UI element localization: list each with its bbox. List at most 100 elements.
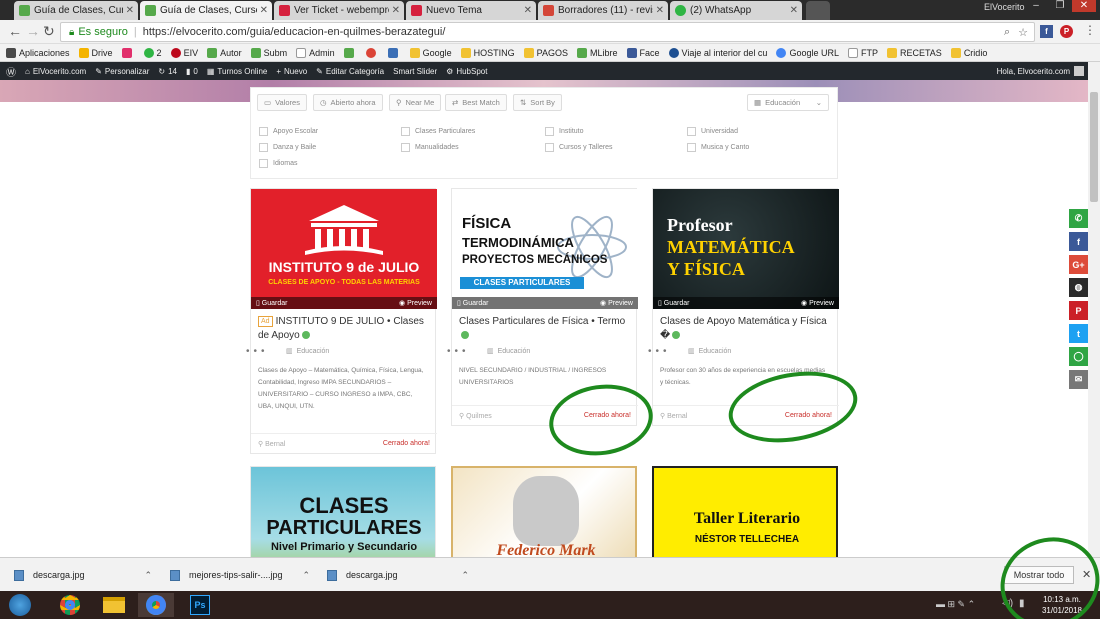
share-pinterest-button[interactable]: P <box>1069 301 1088 320</box>
bookmark-item[interactable]: Autor <box>207 47 242 58</box>
listing-card[interactable]: INSTITUTO 9 de JULIO CLASES DE APOYO - T… <box>246 188 437 454</box>
listing-card[interactable]: CLASES PARTICULARES Nivel Primario y Sec… <box>250 466 436 557</box>
category-checkbox[interactable]: Manualidades <box>401 143 459 152</box>
browser-tab[interactable]: Ver Ticket - webempresa ✕ <box>274 1 404 20</box>
bookmark-item[interactable]: MLibre <box>577 47 618 58</box>
wp-smart-slider-link[interactable]: Smart Slider <box>393 67 437 76</box>
chevron-up-icon[interactable]: ⌃ <box>462 570 470 581</box>
category-checkbox[interactable]: Clases Particulares <box>401 127 475 136</box>
category-select[interactable]: ▦ Educación ⌄ <box>747 94 829 111</box>
listing-image[interactable]: Federico Mark <box>453 468 635 557</box>
filter-near-me-button[interactable]: ⚲ Near Me <box>389 94 442 111</box>
bookmark-item[interactable]: Aplicaciones <box>6 47 70 58</box>
wp-customize-link[interactable]: ✎ Personalizar <box>95 67 149 76</box>
share-facebook-button[interactable]: f <box>1069 232 1088 251</box>
bookmark-item[interactable] <box>343 47 357 58</box>
save-button[interactable]: ▯ Guardar <box>457 299 488 307</box>
listing-card[interactable]: Taller Literario NÉSTOR TELLECHEA <box>652 466 838 557</box>
bookmark-item[interactable]: HOSTING <box>460 47 515 58</box>
category-checkbox[interactable]: Apoyo Escolar <box>259 127 318 136</box>
extension-facebook-icon[interactable]: f <box>1040 25 1053 38</box>
listing-title[interactable]: Clases de Apoyo Matemática y Física � <box>653 309 837 343</box>
close-tab-icon[interactable]: ✕ <box>656 5 664 16</box>
bookmark-item[interactable]: 2 <box>143 47 162 58</box>
browser-tab[interactable]: (2) WhatsApp ✕ <box>670 1 802 20</box>
share-email-button[interactable]: ✉ <box>1069 370 1088 389</box>
bookmark-item[interactable]: Admin <box>296 47 335 58</box>
file-explorer-taskbar-icon[interactable] <box>96 593 132 617</box>
share-google-plus-button[interactable]: G+ <box>1069 255 1088 274</box>
wp-comments-link[interactable]: ▮ 0 <box>186 67 198 76</box>
download-item[interactable]: mejores-tips-salir-....jpg ⌃ <box>170 566 310 584</box>
listing-card[interactable]: Federico Mark <box>451 466 637 557</box>
bookmark-item[interactable]: Google <box>409 47 452 58</box>
download-item[interactable]: descarga.jpg ⌃ <box>14 566 152 584</box>
maximize-icon[interactable]: ❐ <box>1048 0 1072 12</box>
back-icon[interactable]: ← <box>8 24 22 38</box>
chrome-active-taskbar-icon[interactable] <box>138 593 174 617</box>
close-tab-icon[interactable]: ✕ <box>126 5 134 16</box>
listing-image[interactable]: INSTITUTO 9 de JULIO CLASES DE APOYO - T… <box>251 189 437 309</box>
sort-by-button[interactable]: ⇅ Sort By <box>513 94 562 111</box>
bookmark-item[interactable]: EIV <box>170 47 198 58</box>
wp-turnos-link[interactable]: ▦ Turnos Online <box>207 67 268 76</box>
tray-icons[interactable]: ▬ ⊞ ✎ ⌃ <box>936 599 975 610</box>
bookmark-item[interactable]: RECETAS <box>886 47 942 58</box>
chevron-up-icon[interactable]: ⌃ <box>303 570 311 581</box>
preview-button[interactable]: ◉ Preview <box>600 299 633 307</box>
extension-pinterest-icon[interactable]: P <box>1060 25 1073 38</box>
preview-button[interactable]: ◉ Preview <box>801 299 834 307</box>
category-checkbox[interactable]: Instituto <box>545 127 584 136</box>
close-window-icon[interactable]: ✕ <box>1072 0 1096 12</box>
bookmark-item[interactable]: Viaje al interior del cu <box>668 47 767 58</box>
save-button[interactable]: ▯ Guardar <box>658 299 689 307</box>
new-tab-button[interactable] <box>806 1 830 20</box>
listing-image[interactable]: CLASES PARTICULARES Nivel Primario y Sec… <box>251 467 435 557</box>
wp-account-greeting[interactable]: Hola, Elvocerito.com <box>997 66 1084 76</box>
wp-edit-category-link[interactable]: ✎ Editar Categoría <box>316 67 384 76</box>
reload-icon[interactable]: ↻ <box>43 24 55 38</box>
chrome-taskbar-icon[interactable] <box>52 593 88 617</box>
photoshop-taskbar-icon[interactable]: Ps <box>182 593 218 617</box>
browser-tab[interactable]: Guía de Clases, Cursos y ✕ <box>14 1 138 20</box>
close-tab-icon[interactable]: ✕ <box>392 5 400 16</box>
windows-start-icon[interactable] <box>2 593 38 617</box>
bookmark-item[interactable] <box>121 47 135 58</box>
filter-best-match-button[interactable]: ⇄ Best Match <box>445 94 507 111</box>
browser-tab-active[interactable]: Guía de Clases, Cursos y ✕ <box>140 1 272 20</box>
browser-tab[interactable]: Borradores (11) - revistas ✕ <box>538 1 668 20</box>
category-checkbox[interactable]: Universidad <box>687 127 738 136</box>
forward-icon[interactable]: → <box>26 24 40 38</box>
category-checkbox[interactable]: Cursos y Talleres <box>545 143 613 152</box>
more-dots-icon[interactable]: ••• <box>246 346 269 357</box>
bookmark-item[interactable]: PAGOS <box>523 47 568 58</box>
share-twitter-button[interactable]: t <box>1069 324 1088 343</box>
listing-title[interactable]: Clases Particulares de Física • Termo <box>452 309 636 343</box>
bookmark-item[interactable]: Cridio <box>950 47 987 58</box>
share-line-button[interactable]: ◯ <box>1069 347 1088 366</box>
bookmark-item[interactable]: FTP <box>847 47 878 58</box>
bookmark-item[interactable]: Drive <box>78 47 113 58</box>
save-button[interactable]: ▯ Guardar <box>256 299 287 307</box>
category-checkbox[interactable]: Musica y Canto <box>687 143 749 152</box>
wp-updates-link[interactable]: ↻ 14 <box>158 67 177 76</box>
bookmark-item[interactable] <box>365 47 379 58</box>
browser-tab[interactable]: Nuevo Tema ✕ <box>406 1 536 20</box>
menu-kebab-icon[interactable]: ⋮ <box>1084 23 1096 37</box>
scrollbar-thumb[interactable] <box>1090 92 1098 202</box>
wp-hubspot-link[interactable]: ⚙ HubSpot <box>446 67 487 76</box>
page-scrollbar[interactable] <box>1088 62 1100 557</box>
bookmark-item[interactable] <box>387 47 401 58</box>
close-tab-icon[interactable]: ✕ <box>524 5 532 16</box>
close-tab-icon[interactable]: ✕ <box>260 5 268 16</box>
filter-open-now-button[interactable]: ◷ Abierto ahora <box>313 94 383 111</box>
profile-name[interactable]: ElVocerito <box>984 2 1025 12</box>
category-checkbox[interactable]: Idiomas <box>259 159 298 168</box>
minimize-icon[interactable]: – <box>1024 0 1048 12</box>
chevron-up-icon[interactable]: ⌃ <box>145 570 153 581</box>
filter-valores-button[interactable]: ▭ Valores <box>257 94 307 111</box>
bookmark-item[interactable]: Google URL <box>776 47 839 58</box>
listing-image[interactable]: Taller Literario NÉSTOR TELLECHEA <box>654 468 836 557</box>
preview-button[interactable]: ◉ Preview <box>399 299 432 307</box>
listing-image[interactable]: FÍSICA TERMODINÁMICA PROYECTOS MECÁNICOS… <box>452 189 638 309</box>
